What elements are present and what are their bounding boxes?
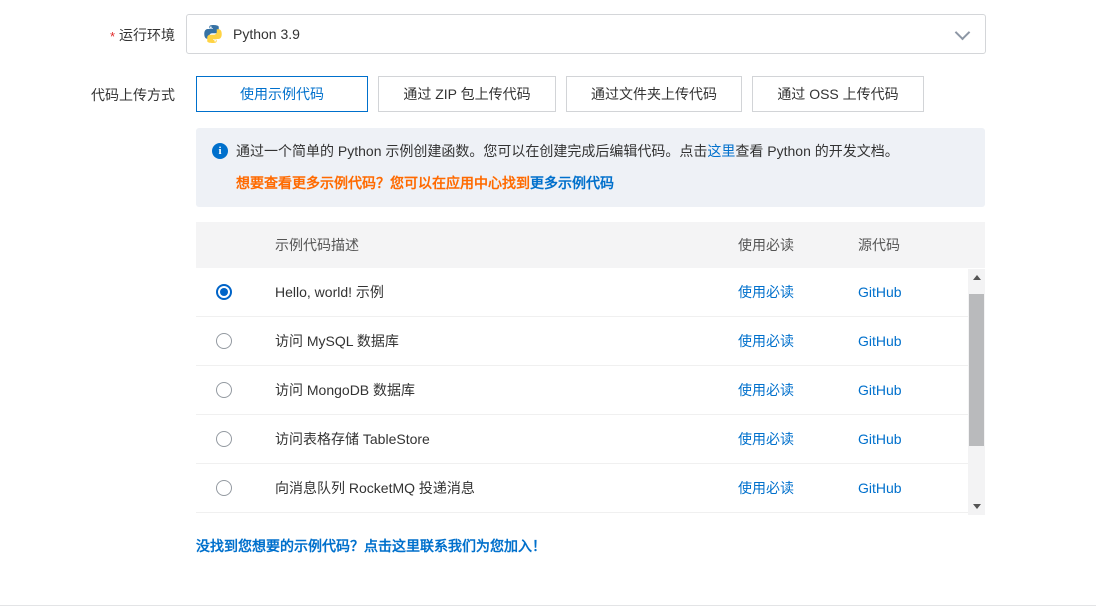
upload-method-tab[interactable]: 通过 OSS 上传代码 [752, 76, 924, 112]
readme-link[interactable]: 使用必读 [738, 284, 794, 300]
required-asterisk: * [110, 29, 115, 44]
runtime-label: *运行环境 [0, 14, 175, 45]
radio-button[interactable] [216, 333, 232, 349]
sample-code-table: 示例代码描述 使用必读 源代码 Hello, world! 示例 使用必读 Gi… [196, 222, 985, 515]
sample-description: Hello, world! 示例 [275, 282, 738, 302]
header-source: 源代码 [858, 235, 968, 255]
tab-label: 使用示例代码 [240, 84, 324, 104]
upload-method-tab[interactable]: 使用示例代码 [196, 76, 368, 112]
info-text-prefix: 通过一个简单的 Python 示例创建函数。您可以在创建完成后编辑代码。点击 [236, 143, 707, 159]
readme-link[interactable]: 使用必读 [738, 333, 794, 349]
sample-description: 访问 MySQL 数据库 [275, 331, 738, 351]
info-banner-line1: i 通过一个简单的 Python 示例创建函数。您可以在创建完成后编辑代码。点击… [212, 142, 969, 160]
chevron-down-icon [957, 30, 967, 40]
sample-description: 访问表格存储 TableStore [275, 429, 738, 449]
scrollbar[interactable] [968, 269, 985, 515]
header-description: 示例代码描述 [275, 235, 738, 255]
radio-button[interactable] [216, 480, 232, 496]
upload-method-tabs: 使用示例代码 通过 ZIP 包上传代码 通过文件夹上传代码 通过 OSS 上传代… [196, 76, 924, 112]
sample-description: 向消息队列 RocketMQ 投递消息 [275, 478, 738, 498]
scrollbar-down-arrow-icon[interactable] [968, 498, 985, 515]
radio-button[interactable] [216, 382, 232, 398]
table-row[interactable]: 向消息队列 RocketMQ 投递消息 使用必读 GitHub [196, 464, 985, 513]
header-readme: 使用必读 [738, 235, 858, 255]
sample-code-section: i 通过一个简单的 Python 示例创建函数。您可以在创建完成后编辑代码。点击… [196, 128, 985, 556]
table-row[interactable]: 访问 MongoDB 数据库 使用必读 GitHub [196, 366, 985, 415]
radio-button[interactable] [216, 284, 232, 300]
info-icon: i [212, 143, 228, 159]
scrollbar-thumb[interactable] [969, 294, 984, 446]
docs-here-link[interactable]: 这里 [707, 143, 735, 159]
upload-method-form-row: 代码上传方式 使用示例代码 通过 ZIP 包上传代码 通过文件夹上传代码 通过 … [0, 76, 1096, 112]
upload-method-tab[interactable]: 通过文件夹上传代码 [566, 76, 742, 112]
readme-link[interactable]: 使用必读 [738, 382, 794, 398]
source-link[interactable]: GitHub [858, 382, 902, 398]
contact-us-link[interactable]: 没找到您想要的示例代码？点击这里联系我们为您加入！ [196, 536, 985, 556]
bottom-divider [0, 605, 1096, 606]
more-samples-prompt: 想要查看更多示例代码？您可以在应用中心找到 [236, 175, 530, 191]
info-banner: i 通过一个简单的 Python 示例创建函数。您可以在创建完成后编辑代码。点击… [196, 128, 985, 207]
readme-link[interactable]: 使用必读 [738, 480, 794, 496]
info-text-suffix: 查看 Python 的开发文档。 [735, 143, 898, 159]
table-body: Hello, world! 示例 使用必读 GitHub 访问 MySQL 数据… [196, 268, 985, 515]
upload-method-label: 代码上传方式 [0, 76, 175, 105]
radio-button[interactable] [216, 431, 232, 447]
source-link[interactable]: GitHub [858, 333, 902, 349]
runtime-form-row: *运行环境 Python 3.9 [0, 14, 1096, 54]
scrollbar-up-arrow-icon[interactable] [968, 269, 985, 286]
tab-label: 通过 ZIP 包上传代码 [403, 84, 530, 104]
table-row[interactable]: 访问 MySQL 数据库 使用必读 GitHub [196, 317, 985, 366]
runtime-value: Python 3.9 [233, 26, 300, 42]
source-link[interactable]: GitHub [858, 431, 902, 447]
tab-label: 通过 OSS 上传代码 [777, 84, 898, 104]
source-link[interactable]: GitHub [858, 480, 902, 496]
sample-description: 访问 MongoDB 数据库 [275, 380, 738, 400]
table-row[interactable]: Hello, world! 示例 使用必读 GitHub [196, 268, 985, 317]
table-header: 示例代码描述 使用必读 源代码 [196, 222, 985, 268]
info-banner-line2: 想要查看更多示例代码？您可以在应用中心找到更多示例代码 [236, 174, 969, 192]
source-link[interactable]: GitHub [858, 284, 902, 300]
more-samples-link[interactable]: 更多示例代码 [530, 175, 614, 191]
readme-link[interactable]: 使用必读 [738, 431, 794, 447]
table-row[interactable]: 访问表格存储 TableStore 使用必读 GitHub [196, 415, 985, 464]
runtime-select[interactable]: Python 3.9 [186, 14, 986, 54]
upload-method-tab[interactable]: 通过 ZIP 包上传代码 [378, 76, 556, 112]
tab-label: 通过文件夹上传代码 [591, 84, 717, 104]
python-logo-icon [203, 24, 223, 44]
